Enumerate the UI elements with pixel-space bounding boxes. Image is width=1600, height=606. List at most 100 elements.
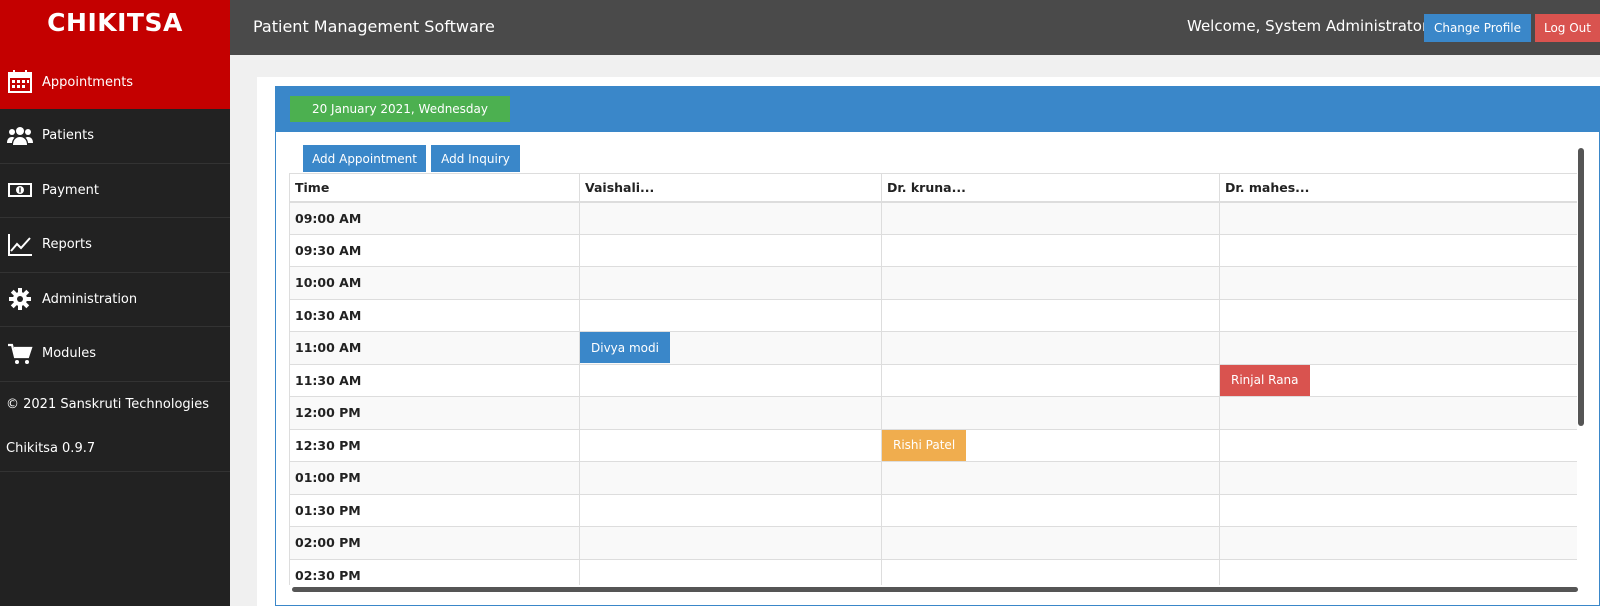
appointment-slot[interactable] <box>579 233 882 267</box>
add-appointment-button[interactable]: Add Appointment <box>303 145 426 172</box>
horizontal-scrollbar[interactable] <box>292 587 1578 592</box>
appointment-slot[interactable] <box>579 526 882 560</box>
table-row: 12:30 PM Rishi Patel <box>289 428 1577 462</box>
sidebar-item-reports[interactable]: Reports <box>0 218 230 273</box>
table-row: 09:00 AM <box>289 201 1577 235</box>
schedule-table: Time Vaishali... Dr. kruna... Dr. mahes.… <box>289 173 1577 585</box>
sidebar-item-label: Reports <box>42 237 92 253</box>
table-row: 11:30 AM Rinjal Rana <box>289 363 1577 397</box>
appointment-slot[interactable] <box>1219 396 1577 430</box>
sidebar: CHIKITSA Appointments Patients Payment R… <box>0 0 230 606</box>
vertical-scrollbar[interactable] <box>1578 148 1584 426</box>
brand-logo[interactable]: CHIKITSA <box>0 0 230 55</box>
column-header-doctor: Dr. kruna... <box>881 173 1220 203</box>
sidebar-item-label: Patients <box>42 128 95 144</box>
time-cell: 02:30 PM <box>289 558 580 585</box>
sidebar-item-label: Appointments <box>42 74 134 90</box>
appointment-slot[interactable] <box>579 493 882 527</box>
appointment-slot[interactable] <box>1219 526 1577 560</box>
table-row: 11:00 AM Divya modi <box>289 331 1577 365</box>
time-cell: 11:30 AM <box>289 363 580 397</box>
appointment-slot[interactable] <box>579 461 882 495</box>
appointment-slot[interactable] <box>1219 493 1577 527</box>
time-cell: 01:30 PM <box>289 493 580 527</box>
time-cell: 09:30 AM <box>289 233 580 267</box>
appointment-slot[interactable] <box>881 201 1220 235</box>
time-cell: 10:00 AM <box>289 266 580 300</box>
appointment-slot[interactable] <box>1219 266 1577 300</box>
time-cell: 01:00 PM <box>289 461 580 495</box>
appointment-slot[interactable] <box>1219 461 1577 495</box>
time-cell: 02:00 PM <box>289 526 580 560</box>
time-cell: 11:00 AM <box>289 331 580 365</box>
appointment-slot[interactable] <box>579 266 882 300</box>
table-row: 12:00 PM <box>289 396 1577 430</box>
appointment-slot[interactable] <box>1219 298 1577 332</box>
sidebar-item-modules[interactable]: Modules <box>0 327 230 382</box>
appointment-slot[interactable] <box>881 493 1220 527</box>
appointment-slot[interactable] <box>1219 233 1577 267</box>
appointment-slot[interactable] <box>881 461 1220 495</box>
appointment-slot[interactable] <box>579 298 882 332</box>
column-header-doctor: Dr. mahes... <box>1219 173 1577 203</box>
calendar-icon <box>6 68 34 96</box>
table-row: 10:30 AM <box>289 298 1577 332</box>
table-row: 09:30 AM <box>289 233 1577 267</box>
sidebar-item-payment[interactable]: Payment <box>0 164 230 218</box>
table-row: 01:30 PM <box>289 493 1577 527</box>
appointment-slot[interactable] <box>881 526 1220 560</box>
column-header-time: Time <box>289 173 580 203</box>
date-picker-button[interactable]: 20 January 2021, Wednesday <box>290 96 510 122</box>
sidebar-item-label: Payment <box>42 182 99 198</box>
appointment-slot[interactable] <box>579 558 882 585</box>
welcome-text: Welcome, System Administrator <box>1187 17 1429 35</box>
time-cell: 12:30 PM <box>289 428 580 462</box>
appointment-slot[interactable] <box>1219 201 1577 235</box>
sidebar-item-administration[interactable]: Administration <box>0 273 230 327</box>
appointment-slot[interactable] <box>1219 428 1577 462</box>
appointment-slot[interactable]: Rishi Patel <box>881 428 1220 462</box>
appointment-block[interactable]: Divya modi <box>580 332 670 363</box>
table-row: 10:00 AM <box>289 266 1577 300</box>
appointment-slot[interactable] <box>881 233 1220 267</box>
appointment-slot[interactable] <box>881 558 1220 585</box>
sidebar-item-label: Modules <box>42 346 97 362</box>
appointment-slot[interactable] <box>881 331 1220 365</box>
sidebar-item-patients[interactable]: Patients <box>0 109 230 164</box>
money-icon <box>6 176 34 204</box>
line-chart-icon <box>6 231 34 259</box>
appointment-slot[interactable] <box>579 396 882 430</box>
appointment-slot[interactable] <box>579 363 882 397</box>
appointment-schedule: Time Vaishali... Dr. kruna... Dr. mahes.… <box>289 173 1577 585</box>
appointment-block[interactable]: Rishi Patel <box>882 429 967 461</box>
appointment-slot[interactable] <box>881 266 1220 300</box>
table-row: 02:30 PM <box>289 558 1577 585</box>
copyright: © 2021 Sanskruti Technologies <box>6 396 210 412</box>
appointment-slot[interactable] <box>1219 331 1577 365</box>
users-icon <box>6 122 34 150</box>
table-row: 02:00 PM <box>289 526 1577 560</box>
appointment-slot[interactable] <box>881 363 1220 397</box>
table-row: 01:00 PM <box>289 461 1577 495</box>
appointment-slot[interactable] <box>881 298 1220 332</box>
add-inquiry-button[interactable]: Add Inquiry <box>431 145 520 172</box>
appointment-slot[interactable]: Rinjal Rana <box>1219 363 1577 397</box>
appointment-slot[interactable]: Divya modi <box>579 331 882 365</box>
panel-header: 20 January 2021, Wednesday <box>276 87 1599 132</box>
gear-icon <box>6 285 34 313</box>
logout-button[interactable]: Log Out <box>1535 14 1600 42</box>
change-profile-button[interactable]: Change Profile <box>1424 14 1531 42</box>
sidebar-item-label: Administration <box>42 291 138 307</box>
time-cell: 12:00 PM <box>289 396 580 430</box>
appointment-slot[interactable] <box>1219 558 1577 585</box>
sidebar-item-appointments[interactable]: Appointments <box>0 55 230 109</box>
time-cell: 10:30 AM <box>289 298 580 332</box>
appointment-slot[interactable] <box>579 201 882 235</box>
page-title: Patient Management Software <box>253 17 495 36</box>
cart-icon <box>6 340 34 368</box>
appointment-slot[interactable] <box>881 396 1220 430</box>
appointment-block[interactable]: Rinjal Rana <box>1220 364 1310 396</box>
column-header-doctor: Vaishali... <box>579 173 882 203</box>
header: Patient Management Software Welcome, Sys… <box>230 0 1600 55</box>
appointment-slot[interactable] <box>579 428 882 462</box>
